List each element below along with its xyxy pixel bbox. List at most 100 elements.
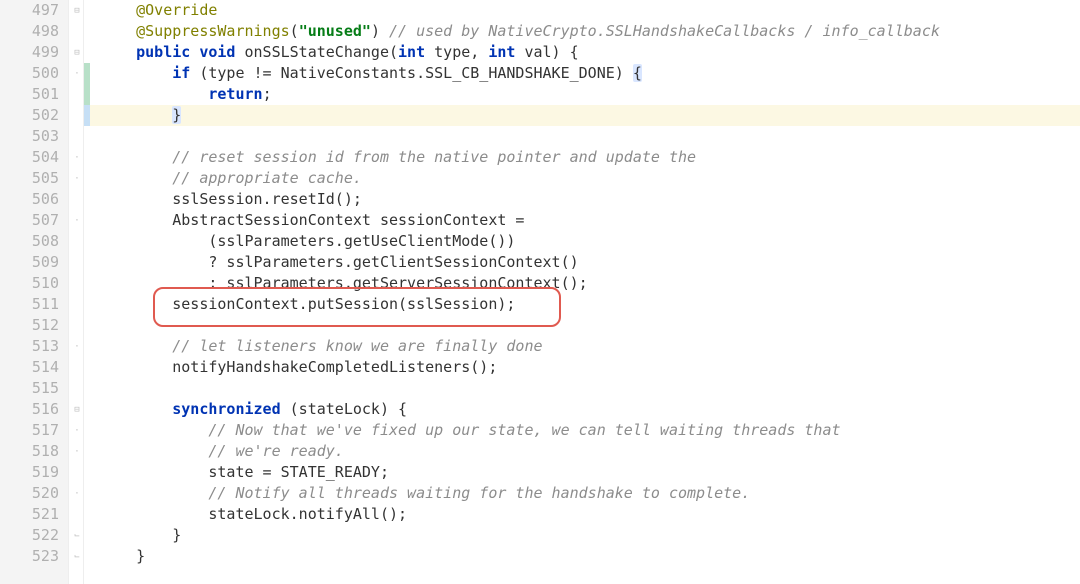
line-number: 520	[0, 483, 59, 504]
line-number: 522	[0, 525, 59, 546]
token-plain	[100, 106, 172, 124]
code-line[interactable]: : sslParameters.getServerSessionContext(…	[100, 273, 1080, 294]
token-ann: @Override	[136, 1, 217, 19]
token-plain	[100, 85, 208, 103]
token-brace-hl: }	[172, 106, 181, 124]
token-kw: public	[136, 43, 190, 61]
token-plain: }	[100, 547, 145, 565]
line-number: 519	[0, 462, 59, 483]
token-kw: if	[172, 64, 190, 82]
line-number: 511	[0, 294, 59, 315]
fold-toggle-icon[interactable]: ⌙	[71, 530, 83, 542]
code-line[interactable]: ? sslParameters.getClientSessionContext(…	[100, 252, 1080, 273]
code-line[interactable]: AbstractSessionContext sessionContext =	[100, 210, 1080, 231]
token-plain: (	[290, 22, 299, 40]
token-plain	[100, 484, 208, 502]
token-kw: int	[488, 43, 515, 61]
token-cmt: // let listeners know we are finally don…	[172, 337, 542, 355]
fold-column[interactable]: ⊟ ⊟ · · · · · ⊟ · · · ⌙ ⌙	[68, 0, 84, 584]
token-plain: )	[371, 22, 389, 40]
token-plain	[100, 337, 172, 355]
code-line[interactable]: state = STATE_READY;	[100, 462, 1080, 483]
fold-toggle-icon[interactable]: ·	[71, 152, 83, 164]
token-plain: (sslParameters.getUseClientMode())	[100, 232, 515, 250]
code-line[interactable]: (sslParameters.getUseClientMode())	[100, 231, 1080, 252]
code-line[interactable]: sessionContext.putSession(sslSession);	[100, 294, 1080, 315]
fold-toggle-icon[interactable]: ·	[71, 68, 83, 80]
code-line[interactable]: synchronized (stateLock) {	[100, 399, 1080, 420]
token-kw: synchronized	[172, 400, 280, 418]
line-number: 510	[0, 273, 59, 294]
line-number: 500	[0, 63, 59, 84]
code-line[interactable]: if (type != NativeConstants.SSL_CB_HANDS…	[100, 63, 1080, 84]
line-number: 515	[0, 378, 59, 399]
fold-toggle-icon[interactable]: ⊟	[71, 47, 83, 59]
code-editor: 4974984995005015025035045055065075085095…	[0, 0, 1080, 584]
line-number: 507	[0, 210, 59, 231]
line-number: 514	[0, 357, 59, 378]
code-line[interactable]: notifyHandshakeCompletedListeners();	[100, 357, 1080, 378]
token-cmt: // we're ready.	[208, 442, 343, 460]
line-number: 508	[0, 231, 59, 252]
fold-toggle-icon[interactable]: ·	[71, 488, 83, 500]
fold-toggle-icon[interactable]: ·	[71, 173, 83, 185]
fold-toggle-icon[interactable]: ·	[71, 341, 83, 353]
code-line[interactable]: public void onSSLStateChange(int type, i…	[100, 42, 1080, 63]
fold-toggle-icon[interactable]: ·	[71, 425, 83, 437]
line-number: 512	[0, 315, 59, 336]
line-number: 518	[0, 441, 59, 462]
token-plain: stateLock.notifyAll();	[100, 505, 407, 523]
token-plain: val) {	[515, 43, 578, 61]
fold-toggle-icon[interactable]: ⌙	[71, 551, 83, 563]
token-plain: onSSLStateChange(	[235, 43, 398, 61]
token-plain: ;	[263, 85, 272, 103]
token-kw: int	[398, 43, 425, 61]
token-plain: }	[100, 526, 181, 544]
code-line[interactable]: }	[100, 546, 1080, 567]
line-number: 502	[0, 105, 59, 126]
code-line[interactable]	[100, 378, 1080, 399]
token-plain	[100, 1, 136, 19]
code-line[interactable]: // reset session id from the native poin…	[100, 147, 1080, 168]
code-line[interactable]: @SuppressWarnings("unused") // used by N…	[100, 21, 1080, 42]
line-number: 506	[0, 189, 59, 210]
code-line[interactable]: // Now that we've fixed up our state, we…	[100, 420, 1080, 441]
line-number: 503	[0, 126, 59, 147]
code-area[interactable]: @Override @SuppressWarnings("unused") //…	[90, 0, 1080, 584]
token-plain: ? sslParameters.getClientSessionContext(…	[100, 253, 579, 271]
line-number: 499	[0, 42, 59, 63]
code-line[interactable]: // Notify all threads waiting for the ha…	[100, 483, 1080, 504]
line-number: 501	[0, 84, 59, 105]
code-line[interactable]: return;	[100, 84, 1080, 105]
code-line[interactable]: }	[90, 105, 1080, 126]
line-number: 521	[0, 504, 59, 525]
fold-toggle-icon[interactable]: ⊟	[71, 404, 83, 416]
fold-toggle-icon[interactable]: ·	[71, 446, 83, 458]
line-number: 497	[0, 0, 59, 21]
code-line[interactable]: // appropriate cache.	[100, 168, 1080, 189]
token-cmt: // Now that we've fixed up our state, we…	[208, 421, 840, 439]
token-str: "unused"	[299, 22, 371, 40]
token-plain	[100, 442, 208, 460]
code-line[interactable]: @Override	[100, 0, 1080, 21]
code-line[interactable]: sslSession.resetId();	[100, 189, 1080, 210]
token-plain: (type != NativeConstants.SSL_CB_HANDSHAK…	[190, 64, 633, 82]
code-line[interactable]: }	[100, 525, 1080, 546]
token-plain: AbstractSessionContext sessionContext =	[100, 211, 524, 229]
fold-toggle-icon[interactable]: ⊟	[71, 5, 83, 17]
token-plain: : sslParameters.getServerSessionContext(…	[100, 274, 588, 292]
code-line[interactable]: // we're ready.	[100, 441, 1080, 462]
token-plain: (stateLock) {	[281, 400, 407, 418]
token-plain: type,	[425, 43, 488, 61]
line-number: 513	[0, 336, 59, 357]
code-line[interactable]	[100, 315, 1080, 336]
line-number: 498	[0, 21, 59, 42]
fold-toggle-icon[interactable]: ·	[71, 215, 83, 227]
token-plain: sslSession.resetId();	[100, 190, 362, 208]
token-cmt: // reset session id from the native poin…	[172, 148, 696, 166]
code-line[interactable]	[100, 126, 1080, 147]
token-plain	[100, 148, 172, 166]
code-line[interactable]: // let listeners know we are finally don…	[100, 336, 1080, 357]
code-line[interactable]: stateLock.notifyAll();	[100, 504, 1080, 525]
line-number-gutter: 4974984995005015025035045055065075085095…	[0, 0, 68, 584]
